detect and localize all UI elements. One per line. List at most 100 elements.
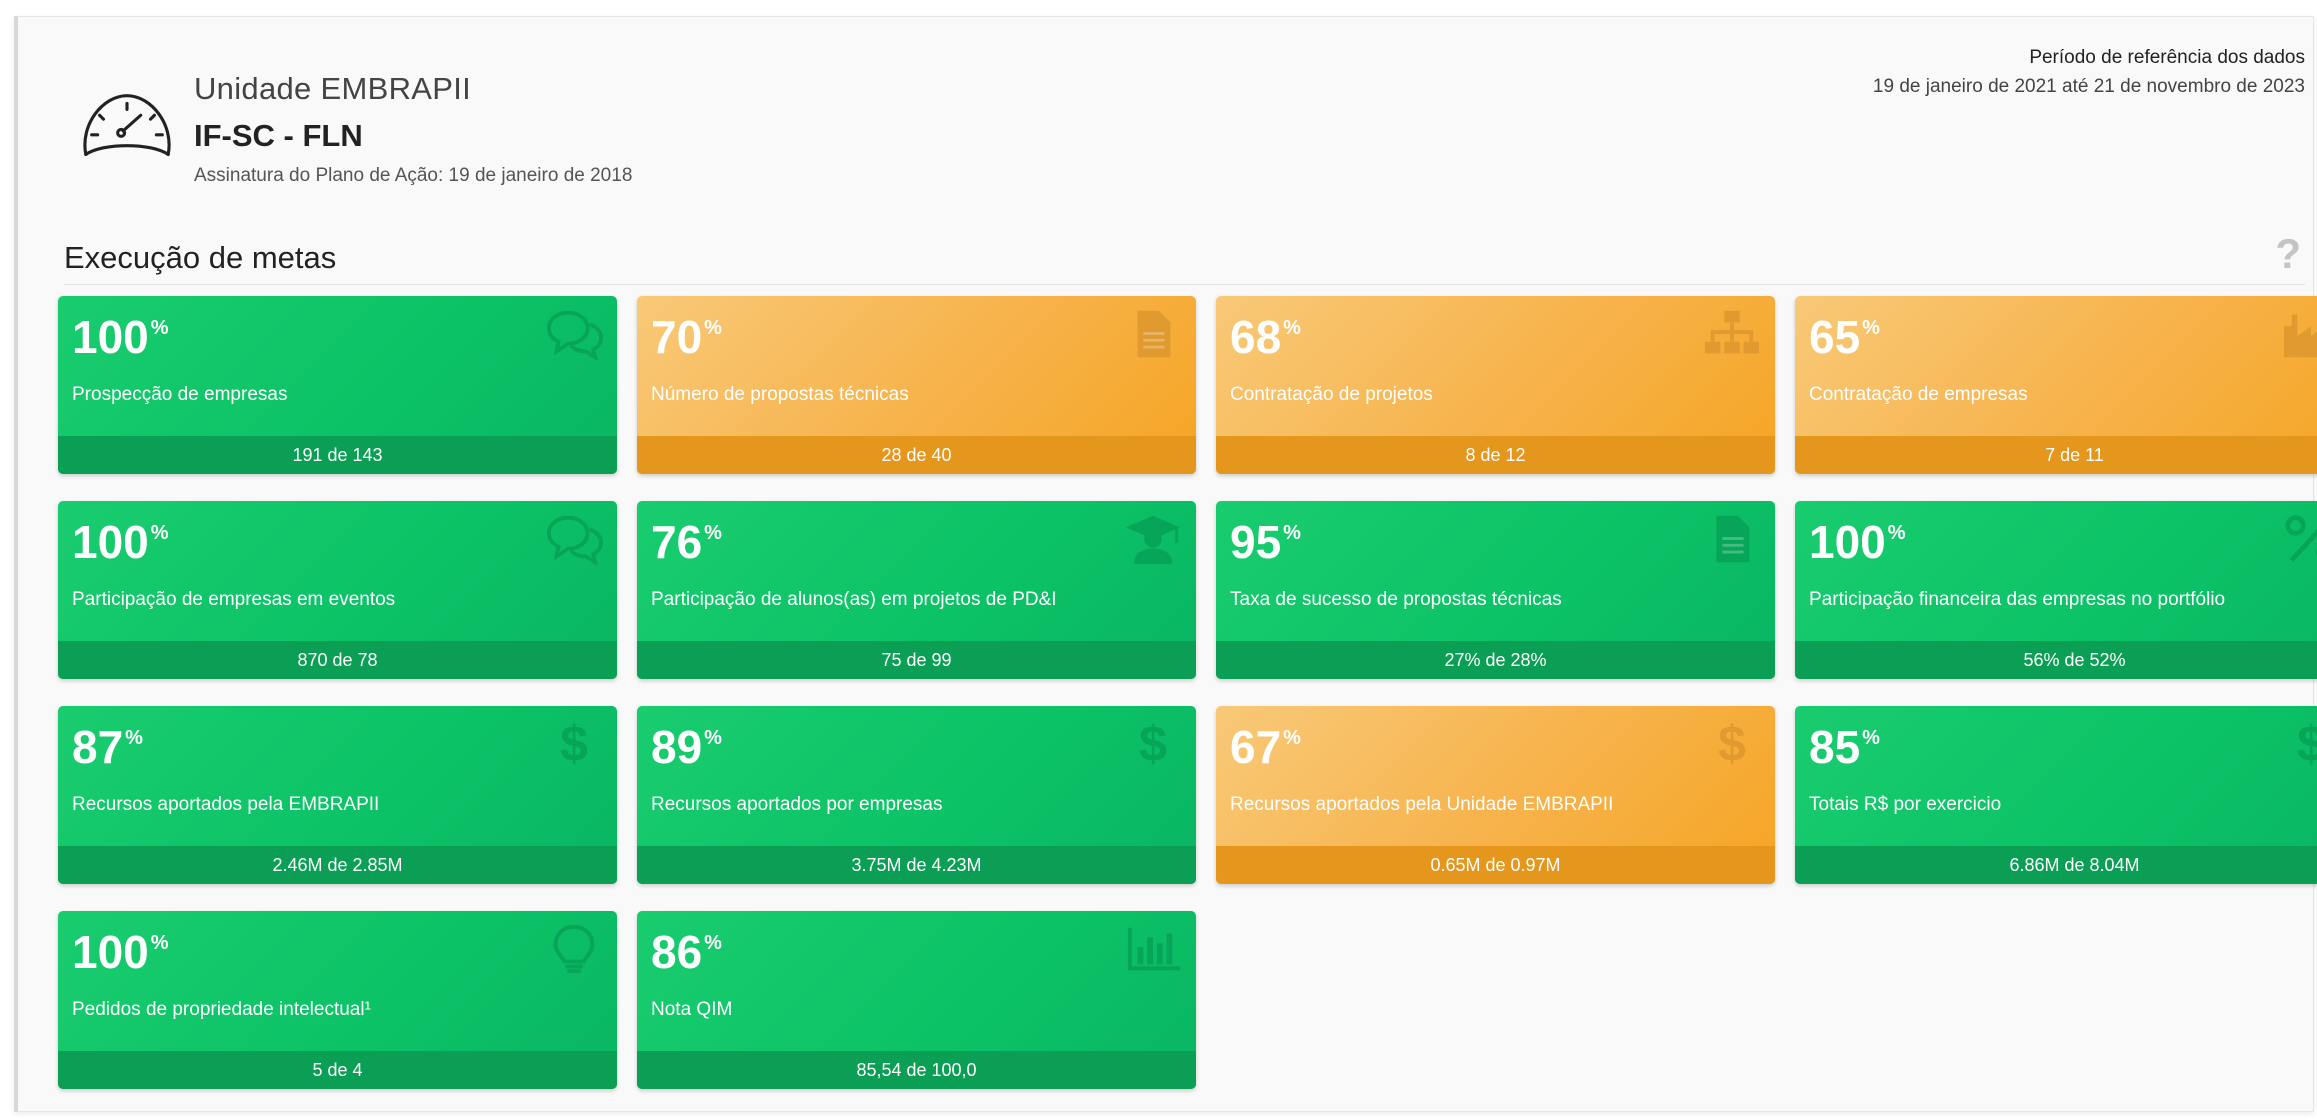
metric-percentage: 68% <box>1230 314 1301 360</box>
metric-percentage: 100% <box>1809 519 1906 565</box>
dollar-icon: $ <box>1139 716 1167 772</box>
metric-value: 95 <box>1230 516 1282 568</box>
percent-sign: % <box>1283 727 1301 749</box>
help-icon[interactable]: ? <box>2275 230 2301 278</box>
metric-progress-footer: 3.75M de 4.23M <box>637 846 1196 884</box>
metric-percentage: 95% <box>1230 519 1301 565</box>
org-chart-icon <box>1703 308 1761 360</box>
percent-sign: % <box>150 522 169 544</box>
metric-value: 85 <box>1809 721 1861 773</box>
metric-progress-footer: 85,54 de 100,0 <box>637 1051 1196 1089</box>
unit-name: IF-SC - FLN <box>194 118 363 153</box>
percent-sign: % <box>1283 317 1301 339</box>
metric-card[interactable]: 100% Participação financeira das empresas… <box>1795 501 2317 679</box>
chat-bubbles-icon <box>545 308 603 360</box>
percent-sign: % <box>1887 522 1906 544</box>
action-plan-signature: Assinatura do Plano de Ação: 19 de janei… <box>194 165 633 186</box>
metric-value: 86 <box>651 926 703 978</box>
percent-icon <box>2282 513 2317 565</box>
metric-percentage: 65% <box>1809 314 1880 360</box>
metric-label: Totais R$ por exercicio <box>1809 794 2002 815</box>
metric-percentage: 85% <box>1809 724 1880 770</box>
document-icon <box>1703 513 1761 565</box>
metric-label: Recursos aportados por empresas <box>651 794 943 815</box>
metric-card[interactable]: 65% Contratação de empresas 7 de 11 <box>1795 296 2317 474</box>
percent-sign: % <box>125 727 143 749</box>
document-icon <box>1124 308 1182 360</box>
metric-value: 67 <box>1230 721 1282 773</box>
metric-progress-footer: 6.86M de 8.04M <box>1795 846 2317 884</box>
metric-label: Recursos aportados pela Unidade EMBRAPII <box>1230 794 1614 815</box>
percent-sign: % <box>704 317 722 339</box>
metric-progress-footer: 7 de 11 <box>1795 436 2317 474</box>
metric-label: Número de propostas técnicas <box>651 384 909 405</box>
metric-value: 100 <box>72 516 149 568</box>
metric-card[interactable]: 68% Contratação de projetos 8 de 12 <box>1216 296 1775 474</box>
section-title: Execução de metas <box>64 240 337 275</box>
metric-label: Contratação de empresas <box>1809 384 2028 405</box>
metric-card[interactable]: 100% Participação de empresas em eventos 8… <box>58 501 617 679</box>
metric-value: 70 <box>651 311 703 363</box>
metric-label: Taxa de sucesso de propostas técnicas <box>1230 589 1562 610</box>
metric-card[interactable]: 100% Pedidos de propriedade intelectual¹ 5… <box>58 911 617 1089</box>
graduate-icon <box>1124 513 1182 565</box>
metric-card[interactable]: 87% Recursos aportados pela EMBRAPII $2.46… <box>58 706 617 884</box>
metric-value: 100 <box>1809 516 1886 568</box>
metric-value: 76 <box>651 516 703 568</box>
metric-card[interactable]: 76% Participação de alunos(as) em projeto… <box>637 501 1196 679</box>
metric-label: Recursos aportados pela EMBRAPII <box>72 794 380 815</box>
metric-value: 100 <box>72 926 149 978</box>
metric-label: Participação de empresas em eventos <box>72 589 396 610</box>
metric-card[interactable]: 89% Recursos aportados por empresas $3.75M… <box>637 706 1196 884</box>
metric-label: Prospecção de empresas <box>72 384 288 405</box>
metric-value: 100 <box>72 311 149 363</box>
metric-label: Nota QIM <box>651 999 733 1020</box>
chat-bubbles-icon <box>545 513 603 565</box>
metric-card[interactable]: 100% Prospecção de empresas 191 de 143 <box>58 296 617 474</box>
metric-progress-footer: 27% de 28% <box>1216 641 1775 679</box>
metric-percentage: 70% <box>651 314 722 360</box>
metric-percentage: 100% <box>72 314 169 360</box>
percent-sign: % <box>704 932 722 954</box>
metric-card[interactable]: 86% Nota QIM 85,54 de 100,0 <box>637 911 1196 1089</box>
metric-value: 65 <box>1809 311 1861 363</box>
metric-progress-footer: 191 de 143 <box>58 436 617 474</box>
metric-label: Participação financeira das empresas no … <box>1809 589 2226 610</box>
speedometer-icon <box>78 85 176 171</box>
metric-progress-footer: 56% de 52% <box>1795 641 2317 679</box>
metric-percentage: 86% <box>651 929 722 975</box>
metric-value: 89 <box>651 721 703 773</box>
percent-sign: % <box>1283 522 1301 544</box>
metric-percentage: 100% <box>72 929 169 975</box>
percent-sign: % <box>704 727 722 749</box>
metric-percentage: 76% <box>651 519 722 565</box>
percent-sign: % <box>1862 727 1880 749</box>
percent-sign: % <box>150 317 169 339</box>
percent-sign: % <box>704 522 722 544</box>
metric-progress-footer: 870 de 78 <box>58 641 617 679</box>
metric-label: Contratação de projetos <box>1230 384 1433 405</box>
unit-label: Unidade EMBRAPII <box>194 71 472 106</box>
metric-percentage: 67% <box>1230 724 1301 770</box>
dollar-icon: $ <box>1718 716 1746 772</box>
metric-value: 68 <box>1230 311 1282 363</box>
metric-card[interactable]: 67% Recursos aportados pela Unidade EMBRA… <box>1216 706 1775 884</box>
metric-progress-footer: 2.46M de 2.85M <box>58 846 617 884</box>
period-title: Período de referência dos dados <box>2029 47 2305 68</box>
metric-card[interactable]: 95% Taxa de sucesso de propostas técnicas… <box>1216 501 1775 679</box>
dollar-icon: $ <box>2297 716 2317 772</box>
bar-chart-icon <box>1124 923 1182 975</box>
metric-card[interactable]: 70% Número de propostas técnicas 28 de 40 <box>637 296 1196 474</box>
metric-progress-footer: 0.65M de 0.97M <box>1216 846 1775 884</box>
metric-progress-footer: 28 de 40 <box>637 436 1196 474</box>
metric-percentage: 100% <box>72 519 169 565</box>
metric-label: Pedidos de propriedade intelectual¹ <box>72 999 371 1020</box>
section-divider <box>64 284 2305 285</box>
metric-percentage: 87% <box>72 724 143 770</box>
metric-progress-footer: 75 de 99 <box>637 641 1196 679</box>
period-range: 19 de janeiro de 2021 até 21 de novembro… <box>1872 76 2305 97</box>
metric-card[interactable]: 85% Totais R$ por exercicio $6.86M de 8.04… <box>1795 706 2317 884</box>
percent-sign: % <box>150 932 169 954</box>
metrics-grid: 100% Prospecção de empresas 191 de 143 70% N… <box>58 296 2317 1089</box>
metric-value: 87 <box>72 721 124 773</box>
